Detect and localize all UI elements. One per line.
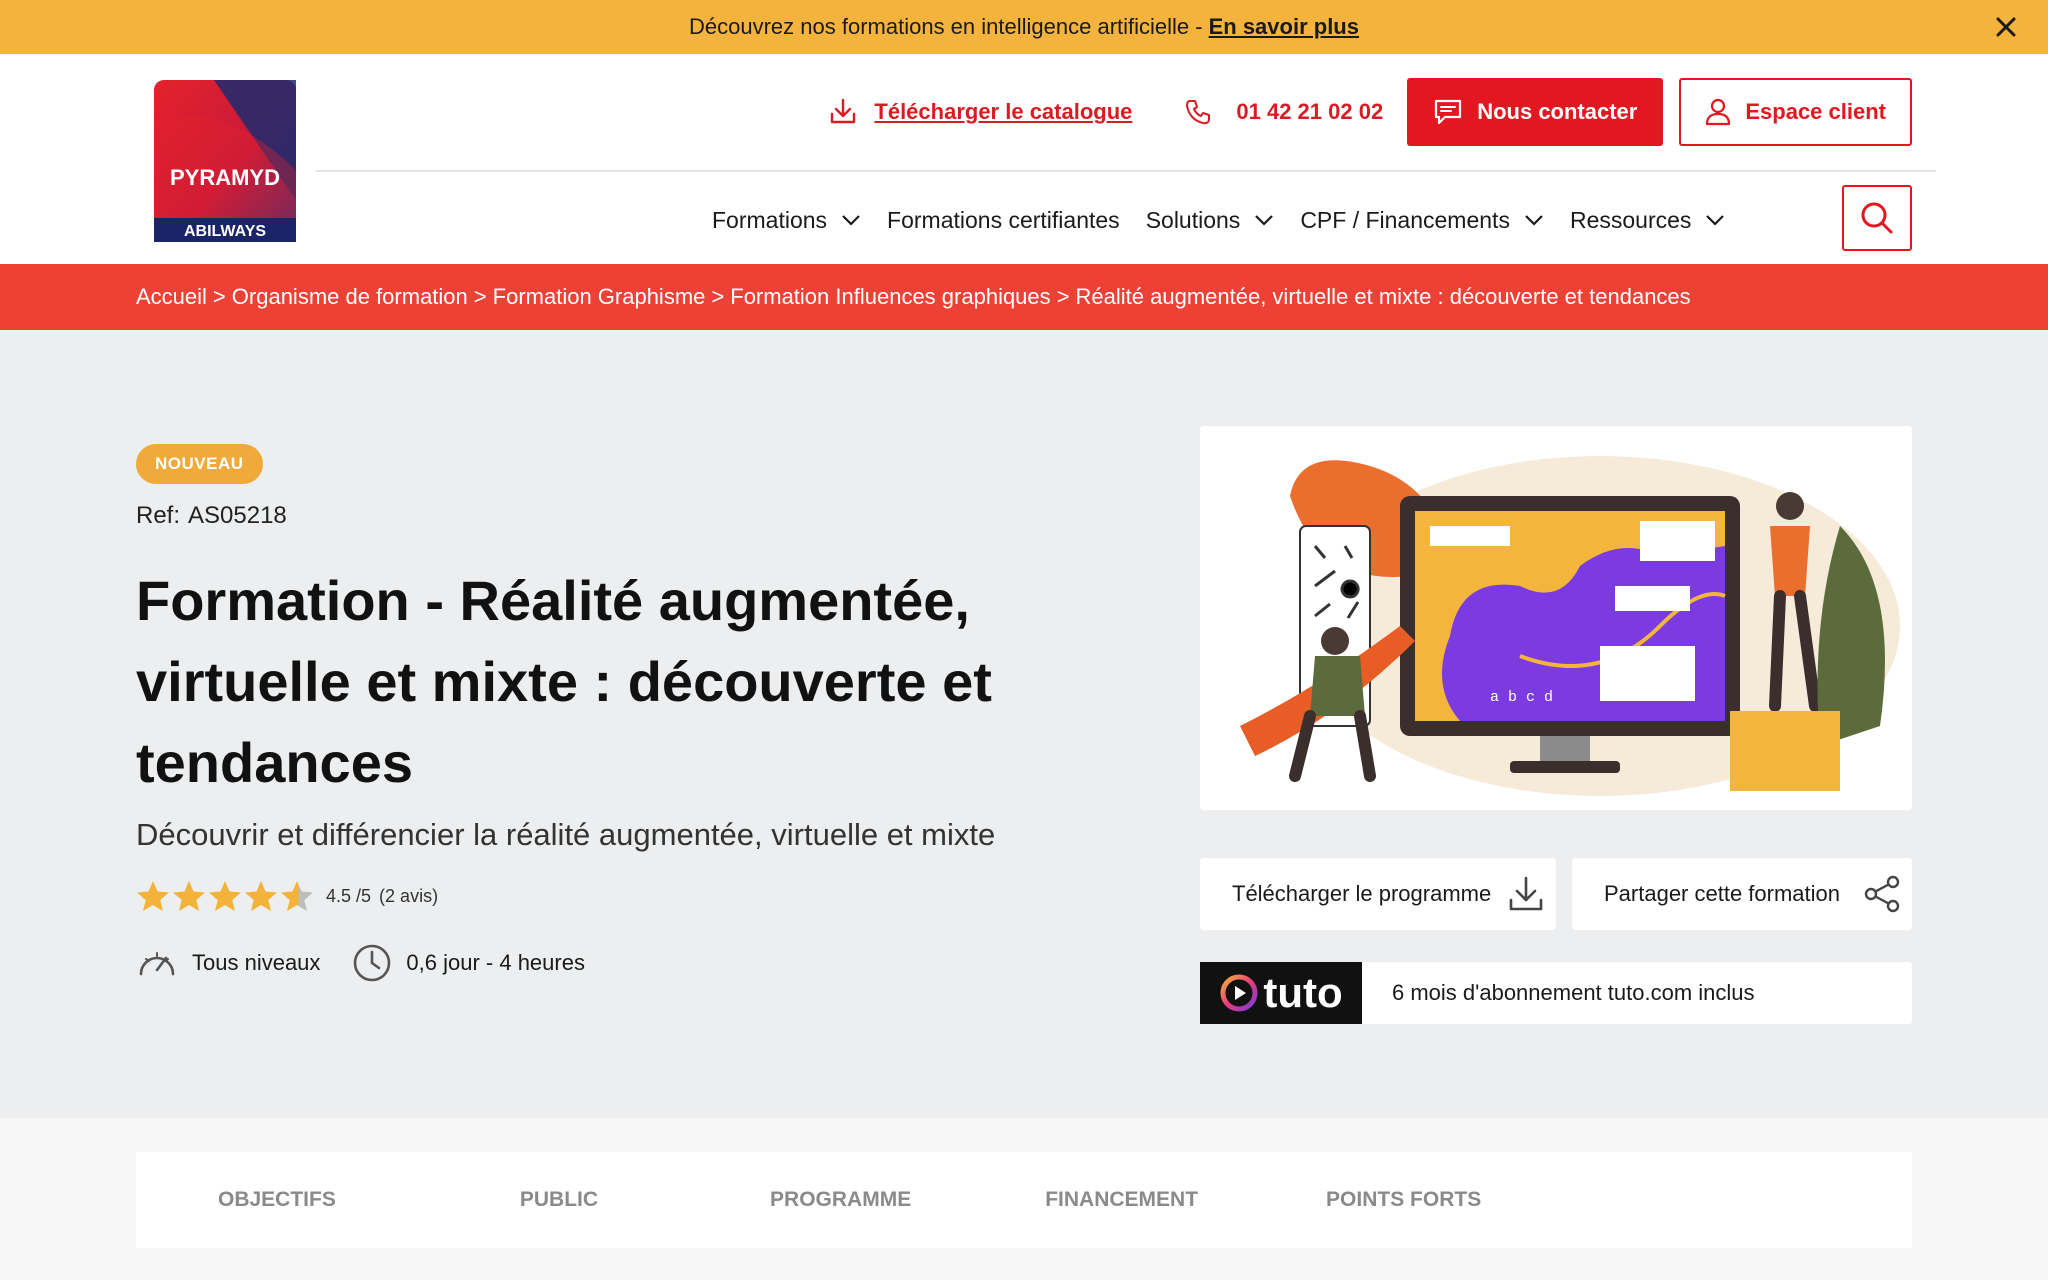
tab-financement[interactable]: FINANCEMENT xyxy=(1045,1188,1198,1212)
download-icon xyxy=(831,98,856,124)
ref-value: AS05218 xyxy=(188,502,287,529)
level-info: Tous niveaux xyxy=(136,946,320,980)
share-course-button[interactable]: Partager cette formation xyxy=(1572,858,1912,930)
breadcrumb: Accueil > Organisme de formation > Forma… xyxy=(0,264,2048,330)
promo-banner: Découvrez nos formations en intelligence… xyxy=(0,0,2048,54)
course-summary: NOUVEAU Ref: AS05218 Formation - Réalité … xyxy=(136,444,1036,983)
promo-text: Découvrez nos formations en intelligence… xyxy=(689,14,1203,39)
download-icon xyxy=(1509,876,1543,911)
designer-illustration: a b c d xyxy=(1240,456,1900,796)
nav-item-cpf-financements[interactable]: CPF / Financements xyxy=(1300,207,1544,234)
client-label: Espace client xyxy=(1745,99,1886,124)
breadcrumb-item-graphisme[interactable]: Formation Graphisme xyxy=(493,284,706,310)
tab-programme[interactable]: PROGRAMME xyxy=(770,1188,911,1212)
download-program-label: Télécharger le programme xyxy=(1232,881,1492,906)
course-reference: Ref: AS05218 xyxy=(136,502,1036,530)
breadcrumb-item-organisme[interactable]: Organisme de formation xyxy=(232,284,468,310)
search-icon xyxy=(1861,202,1893,234)
star-rating xyxy=(136,880,316,912)
logo-text-main: PYRAMYD xyxy=(170,165,280,190)
tab-objectifs[interactable]: OBJECTIFS xyxy=(218,1188,336,1212)
contact-label: Nous contacter xyxy=(1477,99,1638,124)
breadcrumb-item-current: Réalité augmentée, virtuelle et mixte : … xyxy=(1075,284,1691,309)
breadcrumb-separator: > xyxy=(212,284,226,309)
breadcrumb-separator: > xyxy=(473,284,487,309)
nav-item-formations[interactable]: Formations xyxy=(712,207,861,234)
promo-link[interactable]: En savoir plus xyxy=(1209,14,1359,40)
main-nav: Formations Formations certifiantes Solut… xyxy=(712,184,1751,256)
share-icon xyxy=(1864,875,1900,913)
course-illustration: a b c d xyxy=(1200,426,1912,810)
illustration-text: a b c d xyxy=(1490,689,1553,706)
page-title: Formation - Réalité augmentée, virtuelle… xyxy=(136,569,992,794)
course-details-section: OBJECTIFS PUBLIC PROGRAMME FINANCEMENT P… xyxy=(0,1118,2048,1280)
tab-points-forts[interactable]: POINTS FORTS xyxy=(1326,1188,1481,1212)
download-catalog-label: Télécharger le catalogue xyxy=(874,99,1133,124)
chat-bubble-icon xyxy=(1435,99,1462,125)
phone-link[interactable]: 01 42 21 02 02 xyxy=(1184,98,1383,126)
course-actions: Télécharger le programme Partager cette … xyxy=(1200,858,1912,930)
chevron-down-icon xyxy=(1525,215,1543,226)
phone-number: 01 42 21 02 02 xyxy=(1236,99,1384,124)
course-subtitle: Découvrir et différencier la réalité aug… xyxy=(136,817,996,852)
gauge-icon xyxy=(139,952,175,976)
nav-label: CPF / Financements xyxy=(1300,206,1510,233)
tuto-text: 6 mois d'abonnement tuto.com inclus xyxy=(1392,980,1755,1005)
star-icon xyxy=(245,881,277,911)
pyramyd-logo[interactable]: PYRAMYD ABILWAYS xyxy=(154,80,296,242)
nav-label: Solutions xyxy=(1145,206,1241,233)
share-course-label: Partager cette formation xyxy=(1604,881,1841,906)
tuto-logo: tuto xyxy=(1200,962,1362,1024)
star-icon xyxy=(137,881,169,911)
search-button[interactable] xyxy=(1842,185,1912,251)
nav-item-formations-certifiantes[interactable]: Formations certifiantes xyxy=(887,207,1120,234)
breadcrumb-separator: > xyxy=(711,284,725,309)
level-label: Tous niveaux xyxy=(192,950,321,975)
phone-icon xyxy=(1186,100,1211,125)
course-tabs: OBJECTIFS PUBLIC PROGRAMME FINANCEMENT P… xyxy=(136,1152,1912,1248)
tab-public[interactable]: PUBLIC xyxy=(520,1188,598,1212)
chevron-down-icon xyxy=(1255,215,1274,226)
breadcrumb-item-home[interactable]: Accueil xyxy=(136,284,207,310)
breadcrumb-item-influences[interactable]: Formation Influences graphiques xyxy=(730,284,1050,310)
utility-bar: Télécharger le catalogue 01 42 21 02 02 … xyxy=(828,78,1912,146)
half-star-icon xyxy=(281,881,313,911)
nav-item-solutions[interactable]: Solutions xyxy=(1146,207,1275,234)
new-badge: NOUVEAU xyxy=(136,444,263,484)
play-icon xyxy=(1220,974,1258,1012)
contact-button[interactable]: Nous contacter xyxy=(1407,78,1664,146)
star-icon xyxy=(209,881,241,911)
nav-label: Ressources xyxy=(1569,206,1692,233)
duration-label: 0,6 jour - 4 heures xyxy=(406,950,585,975)
nav-item-ressources[interactable]: Ressources xyxy=(1570,207,1725,234)
tuto-logo-text: tuto xyxy=(1263,969,1343,1016)
chevron-down-icon xyxy=(842,215,860,226)
star-icon xyxy=(173,881,205,911)
site-header: PYRAMYD ABILWAYS Télécharger le catalogu… xyxy=(0,54,2048,264)
client-area-button[interactable]: Espace client xyxy=(1679,78,1912,146)
nav-label: Formations certifiantes xyxy=(887,206,1120,233)
header-divider xyxy=(316,170,1936,172)
tuto-subscription-banner[interactable]: tuto 6 mois d'abonnement tuto.com inclus xyxy=(1200,962,1912,1024)
download-program-button[interactable]: Télécharger le programme xyxy=(1200,858,1556,930)
rating: 4.5 /5 (2 avis) xyxy=(136,879,1036,913)
user-icon xyxy=(1706,98,1731,126)
download-catalog-link[interactable]: Télécharger le catalogue xyxy=(828,97,1132,127)
nav-label: Formations xyxy=(712,206,828,233)
rating-score: 4.5 /5 xyxy=(326,885,372,906)
clock-icon xyxy=(354,944,391,982)
logo-text-sub: ABILWAYS xyxy=(184,223,266,240)
breadcrumb-separator: > xyxy=(1056,284,1070,309)
course-meta: Tous niveaux 0,6 jour - 4 heures xyxy=(136,943,1036,983)
ref-label: Ref: xyxy=(136,502,181,529)
duration-info: 0,6 jour - 4 heures xyxy=(352,943,585,983)
chevron-down-icon xyxy=(1706,215,1725,226)
review-count[interactable]: (2 avis) xyxy=(379,886,438,907)
close-icon[interactable] xyxy=(1992,13,2020,41)
